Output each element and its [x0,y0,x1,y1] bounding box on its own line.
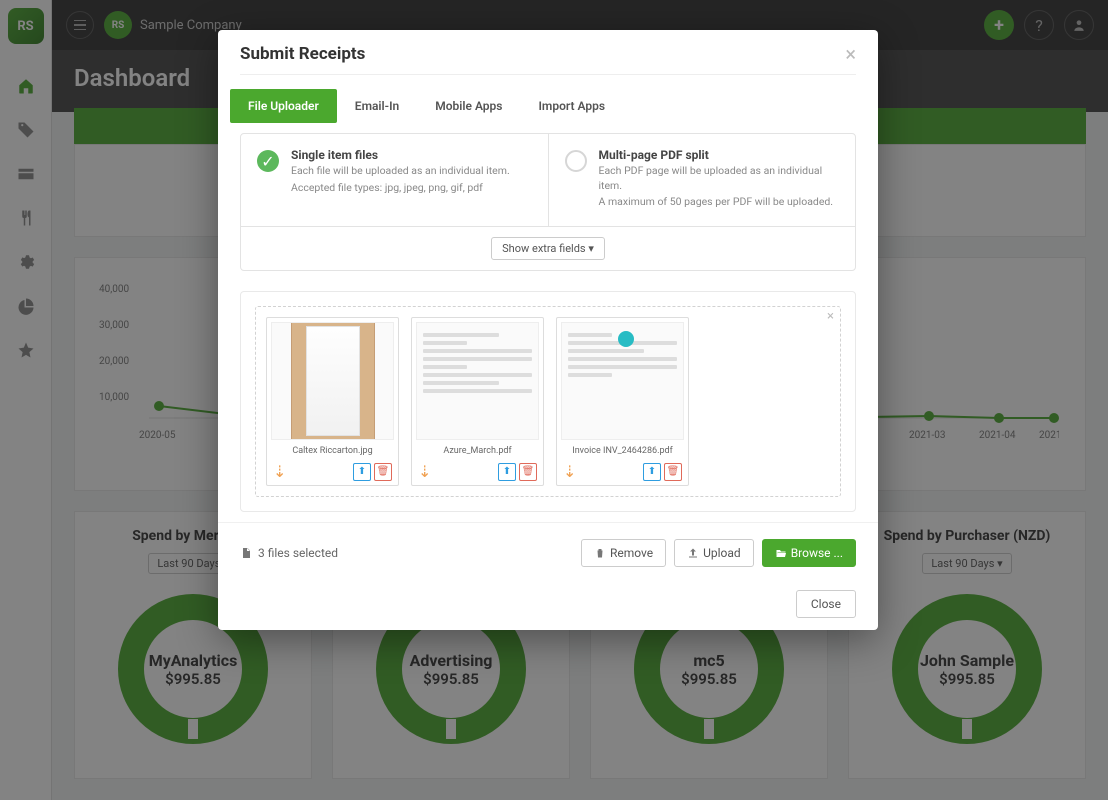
file-name: Invoice INV_2464286.pdf [561,440,684,460]
show-extra-fields-button[interactable]: Show extra fields ▾ [491,237,605,260]
tab-email-in[interactable]: Email-In [337,89,417,123]
method-tabs: File Uploader Email-In Mobile Apps Impor… [218,75,878,133]
file-thumb: Caltex Riccarton.jpg ⇣ ⬆ 🗑 [266,317,399,486]
drag-handle-icon[interactable]: ⇣ [273,462,286,481]
file-preview [416,322,539,440]
file-preview [271,322,394,440]
upload-dropzone[interactable]: × Caltex Riccarton.jpg ⇣ ⬆ 🗑 Azure_March… [255,306,841,497]
modal-title: Submit Receipts [240,44,365,64]
remove-button[interactable]: Remove [581,539,666,567]
file-delete-icon[interactable]: 🗑 [374,463,392,481]
trash-icon [594,547,606,559]
file-preview [561,322,684,440]
folder-open-icon [775,547,787,559]
upload-dropzone-outer: × Caltex Riccarton.jpg ⇣ ⬆ 🗑 Azure_March… [240,291,856,512]
selection-info: 3 files selected [240,546,338,560]
drag-handle-icon[interactable]: ⇣ [418,462,431,481]
modal-close-x[interactable]: × [845,44,856,64]
file-icon [240,546,252,560]
file-delete-icon[interactable]: 🗑 [519,463,537,481]
tab-mobile-apps[interactable]: Mobile Apps [417,89,520,123]
upload-icon [687,547,699,559]
dropzone-clear-icon[interactable]: × [827,309,834,324]
close-button[interactable]: Close [796,590,856,618]
upload-mode-box: ✓ Single item files Each file will be up… [240,133,856,271]
file-name: Azure_March.pdf [416,440,539,460]
file-upload-icon[interactable]: ⬆ [353,463,371,481]
file-upload-icon[interactable]: ⬆ [643,463,661,481]
modal-footer: 3 files selected Remove Upload Browse ..… [218,522,878,583]
file-name: Caltex Riccarton.jpg [271,440,394,460]
radio-unchecked-icon [565,150,587,172]
upload-button[interactable]: Upload [674,539,754,567]
tab-file-uploader[interactable]: File Uploader [230,89,337,123]
mode-multi-page[interactable]: Multi-page PDF split Each PDF page will … [548,134,856,226]
file-upload-icon[interactable]: ⬆ [498,463,516,481]
file-thumb: Azure_March.pdf ⇣ ⬆ 🗑 [411,317,544,486]
mode-single-item[interactable]: ✓ Single item files Each file will be up… [241,134,548,226]
browse-button[interactable]: Browse ... [762,539,856,567]
submit-receipts-modal: Submit Receipts × File Uploader Email-In… [218,30,878,630]
tab-import-apps[interactable]: Import Apps [520,89,623,123]
file-delete-icon[interactable]: 🗑 [664,463,682,481]
check-icon: ✓ [257,150,279,172]
file-thumb: Invoice INV_2464286.pdf ⇣ ⬆ 🗑 [556,317,689,486]
drag-handle-icon[interactable]: ⇣ [563,462,576,481]
